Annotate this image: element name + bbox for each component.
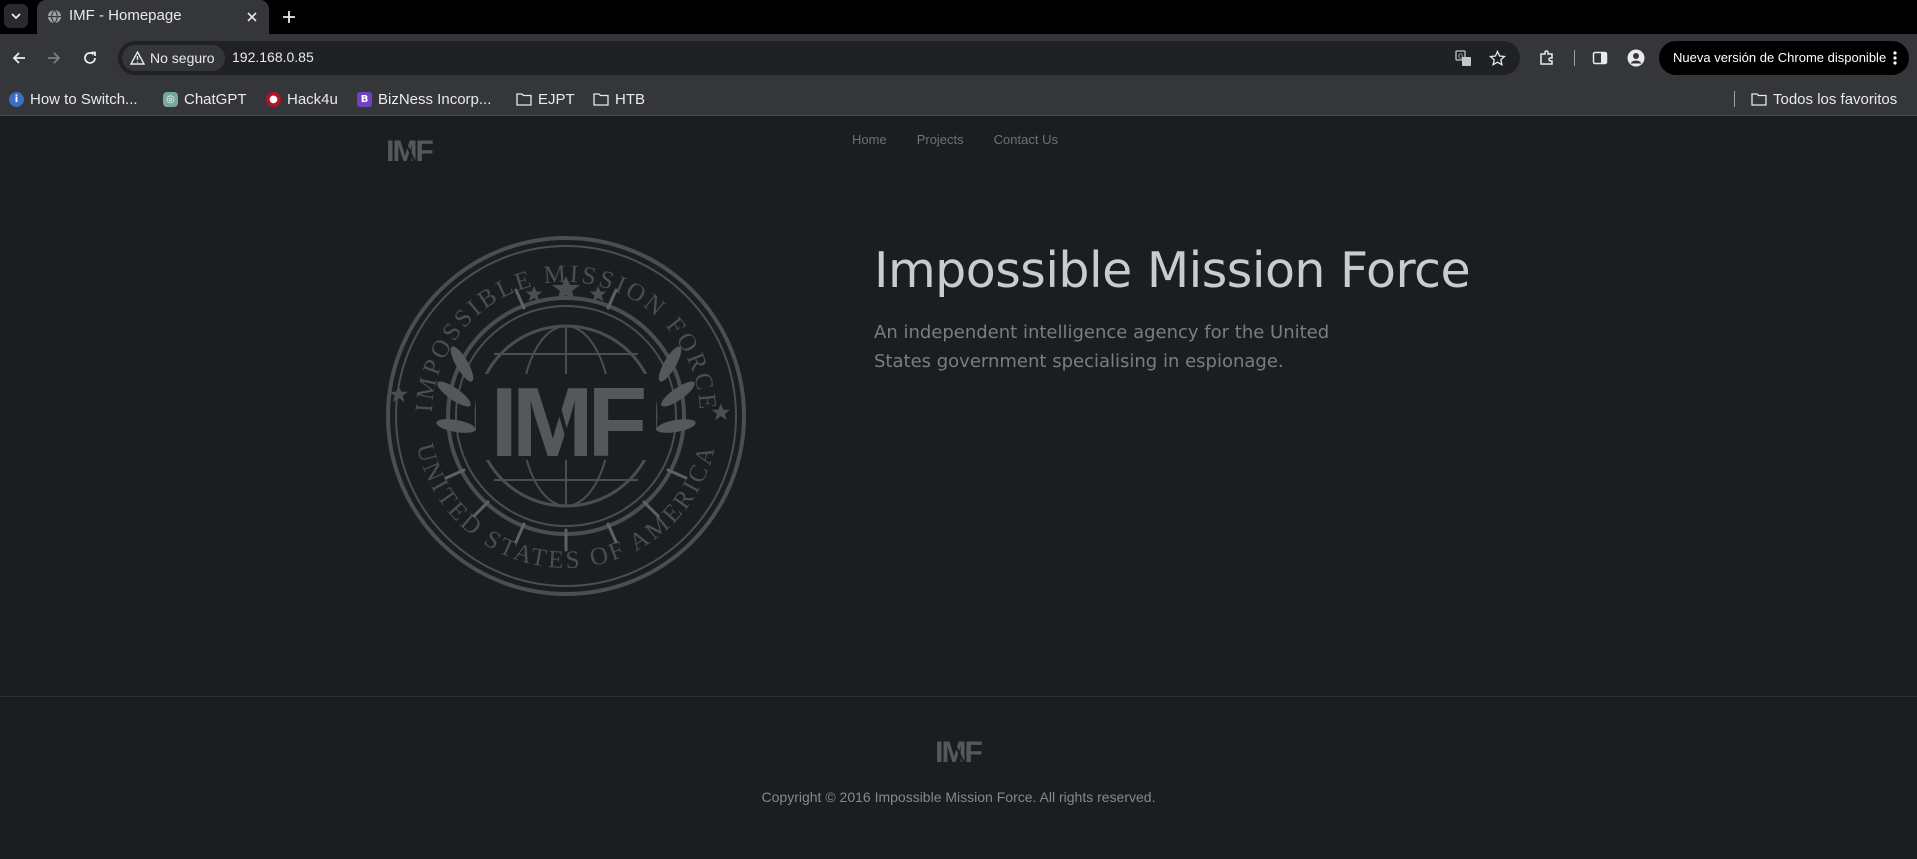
all-bookmarks-folder[interactable]: Todos los favoritos <box>1751 89 1897 109</box>
address-bar[interactable]: No seguro 192.168.0.85 G <box>118 41 1520 75</box>
folder-icon <box>1751 93 1767 106</box>
reload-icon <box>84 51 96 64</box>
security-label: No seguro <box>150 50 215 66</box>
url-text[interactable]: 192.168.0.85 <box>232 49 314 65</box>
folder-icon <box>593 93 609 106</box>
hack4u-favicon: ● <box>266 91 281 107</box>
bootstrap-favicon: B <box>357 91 372 107</box>
svg-text:IMF: IMF <box>491 367 645 477</box>
active-tab[interactable]: IMF - Homepage <box>37 0 269 34</box>
menu-dots-icon <box>1889 49 1901 67</box>
side-panel-button[interactable] <box>1588 46 1612 70</box>
bookmark-item[interactable]: ◎ ChatGPT <box>163 89 247 109</box>
close-icon <box>247 12 257 22</box>
hero-subtitle: An independent intelligence agency for t… <box>874 322 1330 372</box>
bookmarks-divider <box>1734 91 1735 107</box>
svg-text:G: G <box>1458 52 1463 60</box>
chrome-update-button[interactable]: Nueva versión de Chrome disponible <box>1659 41 1909 75</box>
warning-icon <box>130 51 145 65</box>
tab-strip: IMF - Homepage <box>0 0 1917 34</box>
web-page: IMF Home Projects Contact Us IMPOSSIBLE … <box>0 116 1917 859</box>
arrow-right-icon <box>48 52 61 64</box>
tab-title: IMF - Homepage <box>69 7 182 24</box>
globe-icon <box>47 9 62 24</box>
site-nav: Home Projects Contact Us <box>852 132 1058 147</box>
hero-title: Impossible Mission Force <box>874 242 1471 299</box>
nav-link-projects[interactable]: Projects <box>917 132 964 147</box>
imf-footer-logo[interactable]: IMF <box>934 733 982 767</box>
arrow-left-icon <box>12 52 25 64</box>
security-chip[interactable]: No seguro <box>122 45 225 71</box>
update-label: Nueva versión de Chrome disponible <box>1673 50 1887 65</box>
bookmark-folder[interactable]: HTB <box>593 89 645 109</box>
bookmark-star-button[interactable] <box>1488 49 1506 67</box>
nav-link-contact[interactable]: Contact Us <box>994 132 1058 147</box>
bookmark-item[interactable]: B BizNess Incorp... <box>357 89 491 109</box>
site-favicon: i <box>9 91 24 107</box>
chevron-down-icon <box>11 13 21 20</box>
tab-close-button[interactable] <box>244 9 260 25</box>
tab-search-button[interactable] <box>4 4 28 28</box>
copyright-text: Copyright © 2016 Impossible Mission Forc… <box>761 789 1156 805</box>
side-panel-icon <box>1592 51 1608 65</box>
puzzle-icon <box>1540 50 1553 65</box>
new-tab-button[interactable] <box>278 6 300 28</box>
bookmarks-bar: i How to Switch... ◎ ChatGPT ● Hack4u B … <box>0 82 1917 116</box>
toolbar-divider <box>1574 50 1575 66</box>
nav-link-home[interactable]: Home <box>852 132 887 147</box>
extensions-button[interactable] <box>1535 46 1559 70</box>
back-button[interactable] <box>7 46 31 70</box>
forward-button[interactable] <box>42 46 66 70</box>
folder-icon <box>516 93 532 106</box>
plus-icon <box>283 11 295 23</box>
bookmark-item[interactable]: ● Hack4u <box>266 89 338 109</box>
bookmark-folder[interactable]: EJPT <box>516 89 575 109</box>
chatgpt-favicon: ◎ <box>163 91 178 107</box>
reload-button[interactable] <box>78 46 102 70</box>
bookmark-item[interactable]: i How to Switch... <box>9 89 138 109</box>
imf-logo[interactable]: IMF <box>385 132 433 166</box>
profile-button[interactable] <box>1624 46 1648 70</box>
translate-icon: G <box>1454 49 1471 66</box>
browser-toolbar: No seguro 192.168.0.85 G Nueva versión d… <box>0 34 1917 82</box>
site-footer: IMF Copyright © 2016 Impossible Mission … <box>0 696 1917 859</box>
avatar-icon <box>1627 49 1645 67</box>
star-icon <box>1488 49 1506 66</box>
imf-seal-image: IMPOSSIBLE MISSION FORCE UNITED STATES O… <box>386 236 746 596</box>
translate-button[interactable]: G <box>1454 49 1472 67</box>
